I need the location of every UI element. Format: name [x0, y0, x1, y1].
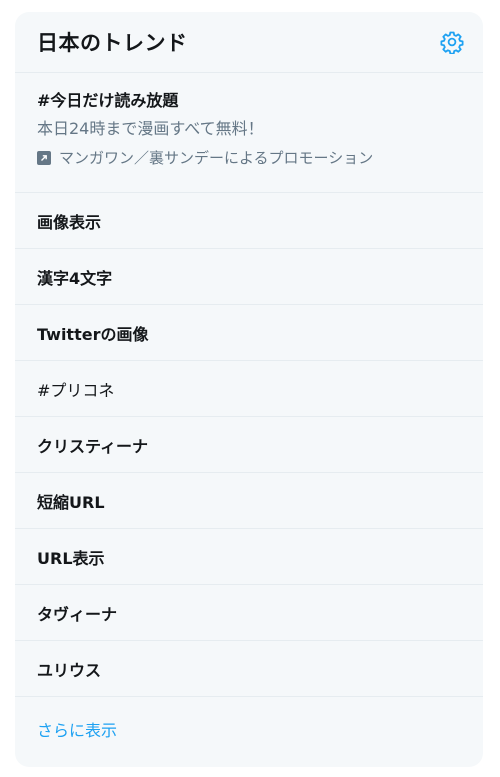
gear-icon[interactable]	[437, 27, 467, 57]
promoted-trend[interactable]: #今日だけ読み放題 本日24時まで漫画すべて無料！ マンガワン／裏サンデーによる…	[15, 73, 483, 193]
promoted-icon	[37, 151, 51, 165]
trend-item[interactable]: 短縮URL	[15, 473, 483, 529]
trend-item[interactable]: #プリコネ	[15, 361, 483, 417]
trends-card: 日本のトレンド #今日だけ読み放題 本日24時まで漫画すべて無料！ マンガワン／…	[15, 12, 483, 767]
promoted-by: マンガワン／裏サンデーによるプロモーション	[37, 143, 461, 173]
trend-item[interactable]: ユリウス	[15, 641, 483, 697]
trend-item[interactable]: 画像表示	[15, 193, 483, 249]
trends-header: 日本のトレンド	[15, 12, 483, 73]
show-more-link[interactable]: さらに表示	[15, 697, 483, 761]
promoted-by-label: マンガワン／裏サンデーによるプロモーション	[59, 149, 374, 167]
promoted-hashtag: #今日だけ読み放題	[37, 91, 179, 110]
trend-item[interactable]: Twitterの画像	[15, 305, 483, 361]
trend-item[interactable]: 漢字4文字	[15, 249, 483, 305]
trends-title: 日本のトレンド	[37, 31, 188, 55]
promoted-description: 本日24時まで漫画すべて無料！	[37, 119, 264, 138]
trend-item[interactable]: URL表示	[15, 529, 483, 585]
trend-item[interactable]: タヴィーナ	[15, 585, 483, 641]
trend-item[interactable]: クリスティーナ	[15, 417, 483, 473]
